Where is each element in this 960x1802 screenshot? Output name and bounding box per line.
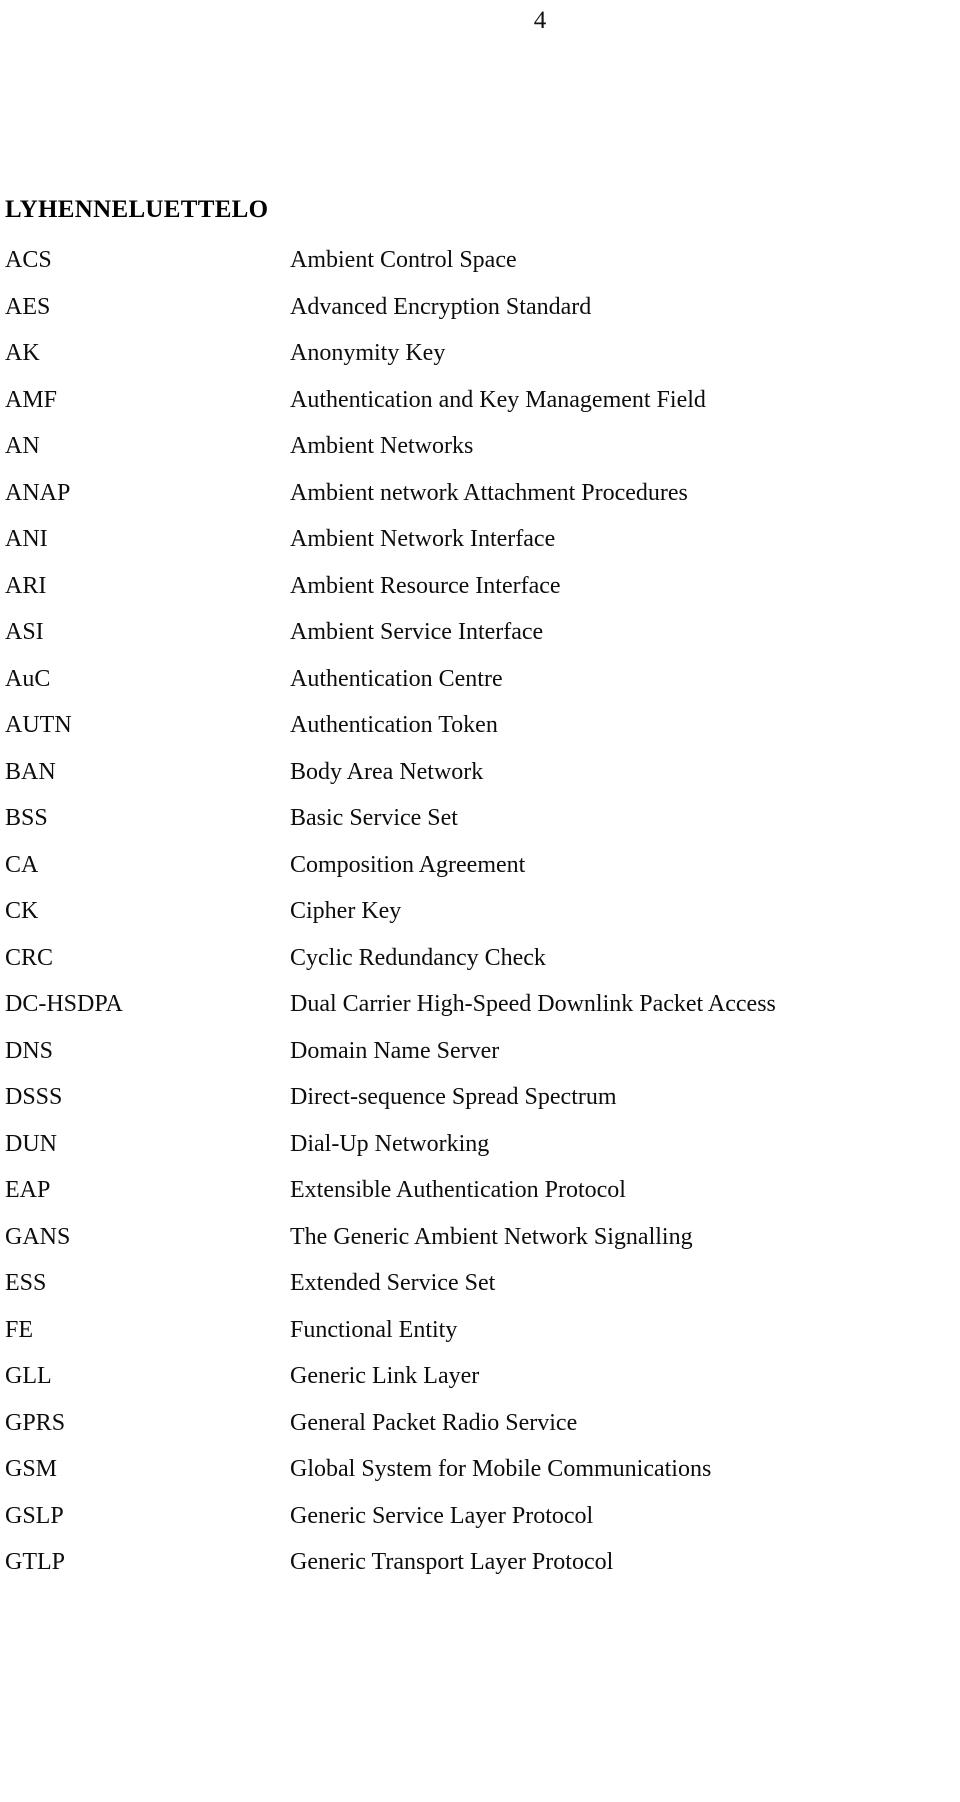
page-title: LYHENNELUETTELO <box>5 195 269 223</box>
abbreviation-term: CRC <box>5 944 54 971</box>
abbreviation-definition: Body Area Network <box>290 758 484 785</box>
abbreviation-row: BSS Basic Service Set <box>0 804 960 851</box>
abbreviation-term: GANS <box>5 1223 71 1250</box>
abbreviation-definition: Dial-Up Networking <box>290 1130 490 1157</box>
abbreviation-row: ANI Ambient Network Interface <box>0 525 960 572</box>
abbreviation-definition: Direct-sequence Spread Spectrum <box>290 1084 617 1110</box>
abbreviation-row: AN Ambient Networks <box>0 432 960 479</box>
abbreviation-definition: Ambient Network Interface <box>290 526 556 552</box>
abbreviation-term: BSS <box>5 805 48 831</box>
abbreviation-term: DNS <box>5 1037 54 1064</box>
abbreviation-term: AMF <box>5 386 58 413</box>
abbreviation-term: AuC <box>5 665 51 692</box>
abbreviation-list: ACS Ambient Control Space AES Advanced Encr… <box>0 246 960 1595</box>
abbreviation-term: CK <box>5 898 39 924</box>
abbreviation-definition: Extended Service Set <box>290 1270 496 1296</box>
page-number: 4 <box>533 7 547 34</box>
abbreviation-definition: Cipher Key <box>290 898 402 924</box>
abbreviation-term: ANAP <box>5 479 71 506</box>
abbreviation-definition: Cyclic Redundancy Check <box>290 944 546 971</box>
abbreviation-definition: Ambient network Attachment Procedures <box>290 479 688 506</box>
abbreviation-term: DUN <box>5 1130 57 1157</box>
abbreviation-row: AUTN Authentication Token <box>0 711 960 758</box>
abbreviation-row: AK Anonymity Key <box>0 339 960 386</box>
abbreviation-definition: Generic Transport Layer Protocol <box>290 1549 614 1575</box>
abbreviation-row: EAP Extensible Authentication Protocol <box>0 1176 960 1223</box>
abbreviation-definition: Authentication Token <box>290 712 498 738</box>
abbreviation-definition: Domain Name Server <box>290 1037 500 1064</box>
abbreviation-row: FE Functional Entity <box>0 1316 960 1363</box>
abbreviation-row: ANAP Ambient network Attachment Procedure… <box>0 479 960 526</box>
abbreviation-definition: Global System for Mobile Communications <box>290 1456 712 1482</box>
abbreviation-row: DSSS Direct-sequence Spread Spectrum <box>0 1083 960 1130</box>
abbreviation-definition: The Generic Ambient Network Signalling <box>290 1223 693 1250</box>
abbreviation-term: ACS <box>5 247 52 273</box>
abbreviation-row: DC-HSDPA Dual Carrier High-Speed Downlink… <box>0 990 960 1037</box>
abbreviation-definition: Composition Agreement <box>290 851 526 878</box>
document-page: 4 LYHENNELUETTELO ACS Ambient Control Spa… <box>0 0 960 1802</box>
abbreviation-definition: Ambient Control Space <box>290 247 517 273</box>
abbreviation-row: GANS The Generic Ambient Network Signalli… <box>0 1223 960 1270</box>
abbreviation-definition: Anonymity Key <box>290 340 446 366</box>
abbreviation-row: AES Advanced Encryption Standard <box>0 293 960 340</box>
abbreviation-definition: Authentication and Key Management Field <box>290 386 706 413</box>
abbreviation-term: BAN <box>5 758 56 785</box>
abbreviation-term: ARI <box>5 572 47 599</box>
abbreviation-term: AUTN <box>5 712 72 738</box>
abbreviation-term: ANI <box>5 526 48 552</box>
abbreviation-term: GSM <box>5 1456 58 1482</box>
abbreviation-row: AMF Authentication and Key Management Fie… <box>0 386 960 433</box>
abbreviation-row: CK Cipher Key <box>0 897 960 944</box>
abbreviation-term: DSSS <box>5 1084 63 1110</box>
abbreviation-definition: Ambient Networks <box>290 433 474 459</box>
abbreviation-definition: Generic Service Layer Protocol <box>290 1502 594 1529</box>
abbreviation-row: CA Composition Agreement <box>0 851 960 898</box>
abbreviation-definition: Ambient Resource Interface <box>290 572 561 599</box>
abbreviation-definition: Ambient Service Interface <box>290 619 544 645</box>
abbreviation-definition: Advanced Encryption Standard <box>290 293 592 320</box>
abbreviation-term: CA <box>5 851 39 878</box>
abbreviation-term: FE <box>5 1316 34 1343</box>
abbreviation-definition: Extensible Authentication Protocol <box>290 1177 626 1203</box>
abbreviation-term: GTLP <box>5 1549 65 1575</box>
abbreviation-row: ACS Ambient Control Space <box>0 246 960 293</box>
abbreviation-row: DNS Domain Name Server <box>0 1037 960 1084</box>
abbreviation-term: GPRS <box>5 1409 66 1436</box>
abbreviation-row: GTLP Generic Transport Layer Protocol <box>0 1548 960 1595</box>
abbreviation-term: AK <box>5 340 40 366</box>
abbreviation-row: DUN Dial-Up Networking <box>0 1130 960 1177</box>
abbreviation-term: DC-HSDPA <box>5 991 123 1017</box>
abbreviation-term: AES <box>5 293 51 320</box>
abbreviation-row: ASI Ambient Service Interface <box>0 618 960 665</box>
abbreviation-row: CRC Cyclic Redundancy Check <box>0 944 960 991</box>
abbreviation-term: GSLP <box>5 1502 64 1529</box>
abbreviation-row: AuC Authentication Centre <box>0 665 960 712</box>
abbreviation-term: EAP <box>5 1177 51 1203</box>
abbreviation-definition: Functional Entity <box>290 1316 458 1343</box>
abbreviation-row: GSLP Generic Service Layer Protocol <box>0 1502 960 1549</box>
abbreviation-definition: General Packet Radio Service <box>290 1409 578 1436</box>
abbreviation-definition: Generic Link Layer <box>290 1363 480 1389</box>
abbreviation-row: GPRS General Packet Radio Service <box>0 1409 960 1456</box>
abbreviation-term: AN <box>5 433 40 459</box>
abbreviation-term: GLL <box>5 1363 52 1389</box>
abbreviation-term: ASI <box>5 619 44 645</box>
abbreviation-term: ESS <box>5 1270 47 1296</box>
abbreviation-definition: Authentication Centre <box>290 665 503 692</box>
abbreviation-row: BAN Body Area Network <box>0 758 960 805</box>
abbreviation-definition: Dual Carrier High-Speed Downlink Packet … <box>290 991 776 1017</box>
abbreviation-row: ARI Ambient Resource Interface <box>0 572 960 619</box>
abbreviation-row: ESS Extended Service Set <box>0 1269 960 1316</box>
abbreviation-row: GSM Global System for Mobile Communicatio… <box>0 1455 960 1502</box>
abbreviation-row: GLL Generic Link Layer <box>0 1362 960 1409</box>
abbreviation-definition: Basic Service Set <box>290 805 458 831</box>
